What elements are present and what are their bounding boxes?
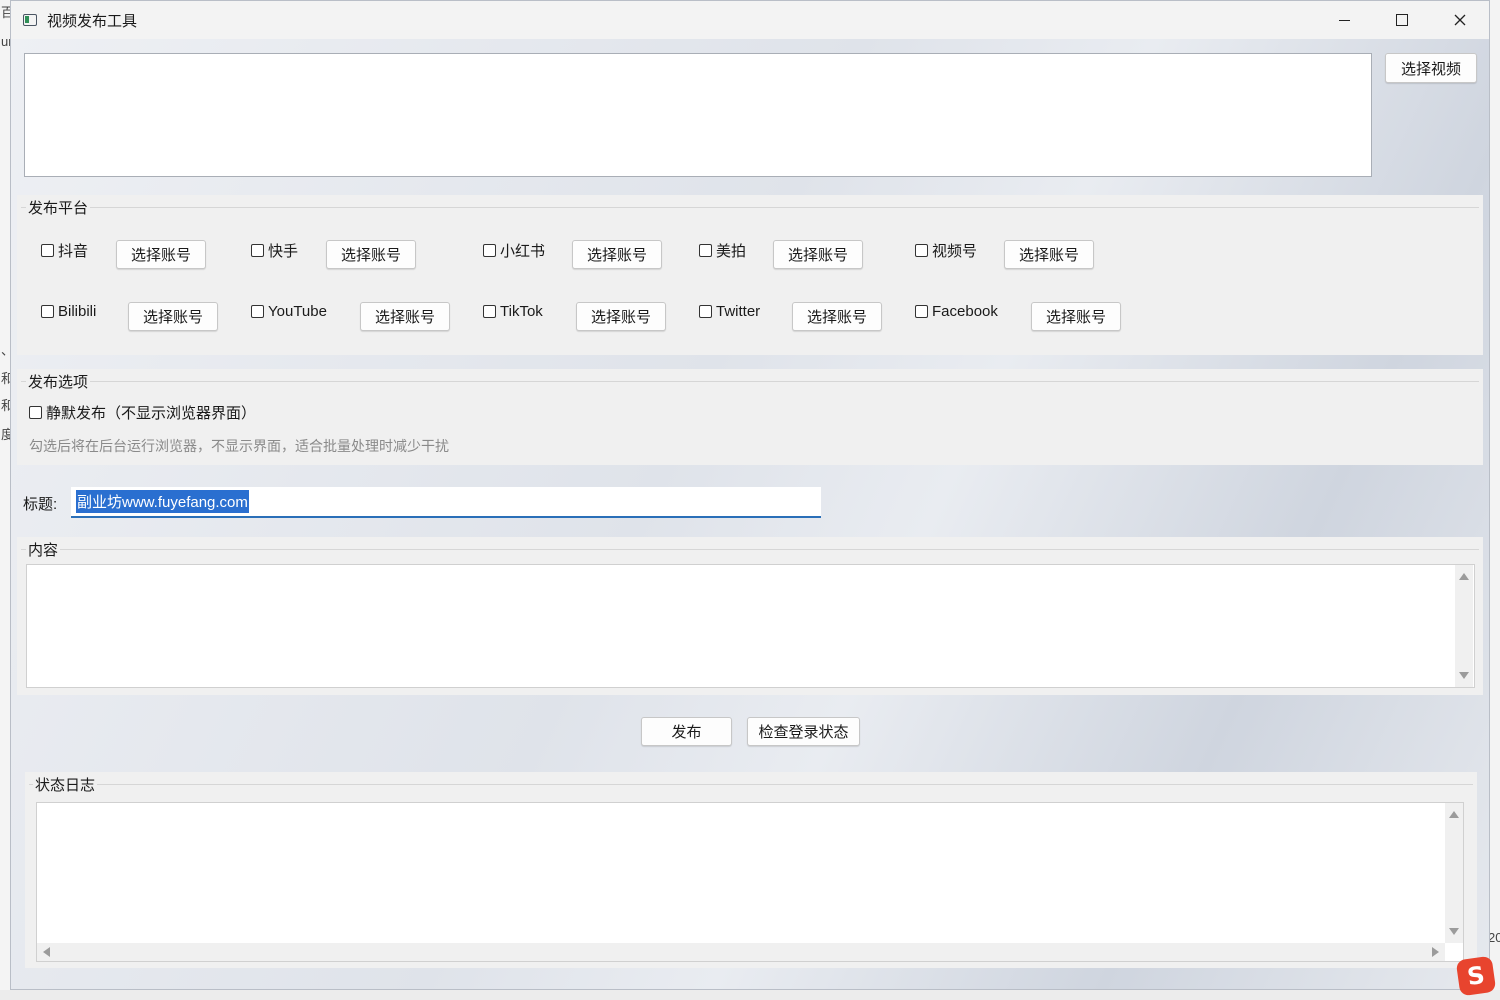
platform-checkbox-bilibili[interactable]: Bilibili <box>41 303 96 320</box>
content-group: 内容 <box>17 537 1483 695</box>
content-group-title: 内容 <box>26 539 61 560</box>
silent-publish-checkbox[interactable]: 静默发布（不显示浏览器界面） <box>29 402 256 423</box>
log-textarea[interactable] <box>36 802 1464 962</box>
platform-group: 发布平台 抖音 选择账号 快手 选择账号 小红书 选择账号 美拍 选择账号 视频… <box>17 195 1483 355</box>
log-group: 状态日志 <box>25 772 1477 968</box>
platform-checkbox-youtube[interactable]: YouTube <box>251 303 327 320</box>
title-input[interactable]: 副业坊www.fuyefang.com <box>71 487 821 518</box>
platform-checkbox-xiaohongshu[interactable]: 小红书 <box>483 240 545 261</box>
platform-checkbox-kuaishou[interactable]: 快手 <box>251 240 298 261</box>
platform-checkbox-shipinhao[interactable]: 视频号 <box>915 240 977 261</box>
platform-checkbox-meipai[interactable]: 美拍 <box>699 240 746 261</box>
scroll-up-icon[interactable] <box>1449 811 1459 818</box>
content-textarea[interactable] <box>26 564 1475 688</box>
silent-publish-hint: 勾选后将在后台运行浏览器，不显示界面，适合批量处理时减少干扰 <box>29 438 449 454</box>
check-login-button[interactable]: 检查登录状态 <box>747 717 860 746</box>
select-video-button[interactable]: 选择视频 <box>1385 53 1477 83</box>
scroll-up-icon[interactable] <box>1459 573 1469 580</box>
platform-checkbox-facebook[interactable]: Facebook <box>915 303 998 320</box>
title-label: 标题: <box>23 496 58 513</box>
options-group-title: 发布选项 <box>26 371 91 392</box>
desktop-bottom-edge <box>0 990 1500 1000</box>
minimize-icon <box>1338 19 1350 21</box>
choose-account-twitter[interactable]: 选择账号 <box>792 302 882 331</box>
options-group: 发布选项 静默发布（不显示浏览器界面） 勾选后将在后台运行浏览器，不显示界面，适… <box>17 369 1483 465</box>
scroll-down-icon[interactable] <box>1449 928 1459 935</box>
close-icon <box>1454 14 1466 26</box>
log-vertical-scrollbar[interactable] <box>1445 803 1463 943</box>
choose-account-bilibili[interactable]: 选择账号 <box>128 302 218 331</box>
platform-checkbox-twitter[interactable]: Twitter <box>699 303 760 320</box>
scroll-down-icon[interactable] <box>1459 672 1469 679</box>
maximize-icon <box>1396 14 1408 26</box>
choose-account-tiktok[interactable]: 选择账号 <box>576 302 666 331</box>
app-window: 视频发布工具 选择视频 发布平台 抖音 选择账号 快手 选择账号 小红书 选择账… <box>10 0 1490 990</box>
window-title: 视频发布工具 <box>47 12 138 30</box>
choose-account-facebook[interactable]: 选择账号 <box>1031 302 1121 331</box>
ime-tray-icon[interactable]: S <box>1455 955 1497 997</box>
close-button[interactable] <box>1431 1 1489 39</box>
window-controls <box>1315 1 1489 39</box>
log-horizontal-scrollbar[interactable] <box>37 943 1445 961</box>
desktop-left-edge: 百 ur 、 和 和 度 <box>0 0 14 1000</box>
choose-account-shipinhao[interactable]: 选择账号 <box>1004 240 1094 269</box>
platform-checkbox-douyin[interactable]: 抖音 <box>41 240 88 261</box>
video-path-box[interactable] <box>24 53 1372 177</box>
maximize-button[interactable] <box>1373 1 1431 39</box>
app-icon <box>23 14 37 26</box>
choose-account-meipai[interactable]: 选择账号 <box>773 240 863 269</box>
platform-checkbox-tiktok[interactable]: TikTok <box>483 303 543 320</box>
choose-account-douyin[interactable]: 选择账号 <box>116 240 206 269</box>
content-scrollbar[interactable] <box>1455 565 1473 687</box>
platform-group-title: 发布平台 <box>26 197 91 218</box>
title-bar[interactable]: 视频发布工具 <box>11 1 1489 39</box>
scroll-left-icon[interactable] <box>43 947 50 957</box>
choose-account-youtube[interactable]: 选择账号 <box>360 302 450 331</box>
minimize-button[interactable] <box>1315 1 1373 39</box>
choose-account-xiaohongshu[interactable]: 选择账号 <box>572 240 662 269</box>
choose-account-kuaishou[interactable]: 选择账号 <box>326 240 416 269</box>
title-input-value: 副业坊www.fuyefang.com <box>76 490 249 513</box>
publish-button[interactable]: 发布 <box>641 717 732 746</box>
scroll-right-icon[interactable] <box>1432 947 1439 957</box>
log-group-title: 状态日志 <box>33 774 98 795</box>
